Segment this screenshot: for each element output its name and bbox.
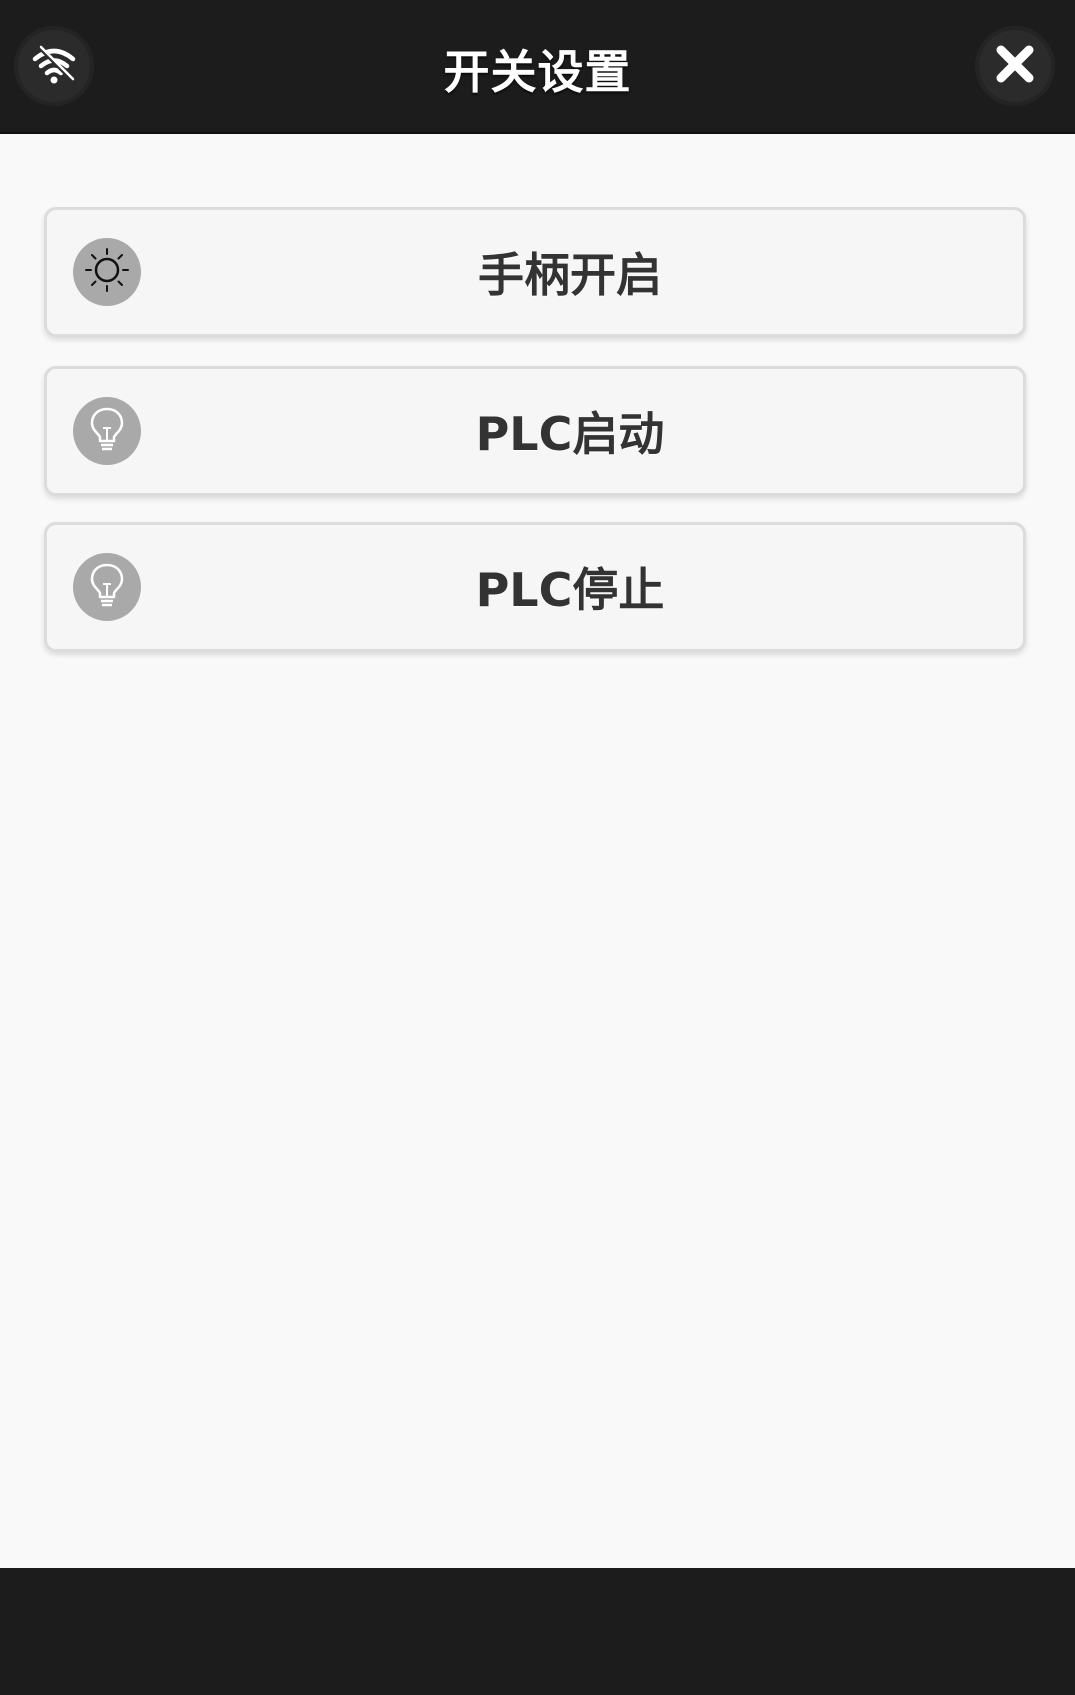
header-bar: 开关设置 bbox=[0, 0, 1075, 134]
close-button[interactable] bbox=[975, 26, 1055, 106]
plc-start-button[interactable]: PLC启动 bbox=[44, 366, 1026, 496]
handle-on-label: 手柄开启 bbox=[478, 248, 662, 302]
plc-stop-button[interactable]: PLC停止 bbox=[44, 522, 1026, 652]
plc-start-label: PLC启动 bbox=[475, 407, 665, 461]
handle-on-button[interactable]: 手柄开启 bbox=[44, 207, 1026, 337]
footer-bar bbox=[0, 1568, 1075, 1695]
page-title: 开关设置 bbox=[443, 45, 632, 99]
plc-stop-label: PLC停止 bbox=[475, 563, 665, 617]
close-icon bbox=[992, 41, 1038, 91]
content-area: 手柄开启 PLC启动 PLC停止 bbox=[0, 136, 1075, 1568]
